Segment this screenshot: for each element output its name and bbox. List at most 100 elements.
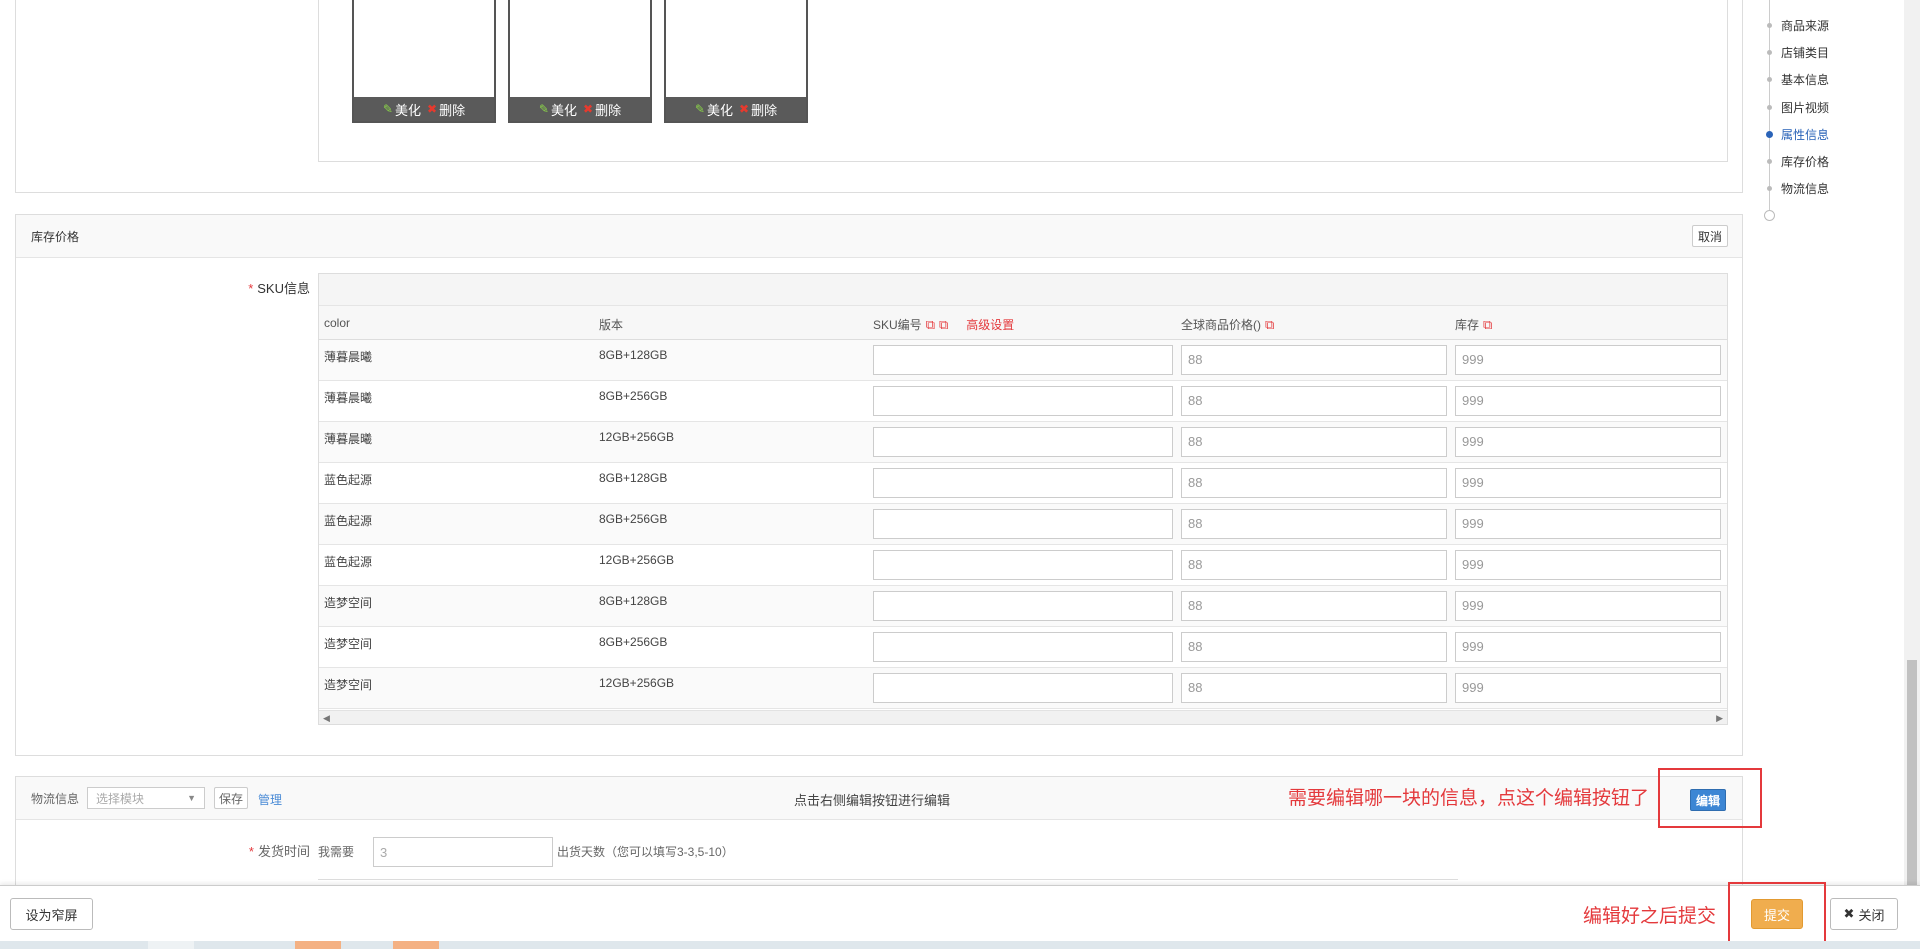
cell-color: 造梦空间 (324, 596, 373, 610)
narrow-screen-button[interactable]: 设为窄屏 (10, 898, 93, 930)
horizontal-scrollbar[interactable]: ◀ ▶ (319, 710, 1727, 724)
ship-days-hint: 出货天数（您可以填写3-3,5-10） (557, 845, 734, 859)
scrollbar-thumb[interactable] (1907, 660, 1917, 885)
thumbnail-actions: ✎ 美化 ✖ 删除 (666, 97, 806, 121)
image-gallery: ✎ 美化 ✖ 删除 ✎ 美化 ✖ 删除 ✎ 美化 ✖ 删除 (318, 0, 1728, 162)
copy-icon[interactable]: ⧉ (926, 317, 935, 333)
sku-code-input[interactable] (873, 550, 1173, 580)
price-input[interactable]: 88 (1181, 345, 1447, 375)
beautify-button[interactable]: ✎ 美化 (539, 100, 577, 119)
close-button[interactable]: ✖ 关闭 (1830, 898, 1898, 930)
sku-info-label: * SKU信息 (248, 281, 310, 296)
cell-color: 蓝色起源 (324, 473, 373, 487)
advanced-settings-link[interactable]: 高级设置 (966, 316, 1014, 333)
image-thumbnail[interactable]: ✎ 美化 ✖ 删除 (664, 0, 808, 123)
nav-item[interactable]: 图片视频 (1762, 99, 1829, 116)
ship-days-input[interactable]: 3 (373, 837, 553, 867)
image-thumbnail[interactable]: ✎ 美化 ✖ 删除 (352, 0, 496, 123)
pencil-icon: ✎ (382, 102, 393, 116)
sku-code-input[interactable] (873, 673, 1173, 703)
inventory-input[interactable]: 999 (1455, 591, 1721, 621)
price-input[interactable]: 88 (1181, 509, 1447, 539)
table-row: 薄暮晨曦 8GB+128GB 88 999 (319, 340, 1727, 381)
submit-annotation: 编辑好之后提交 (1583, 906, 1717, 927)
copy-icon[interactable]: ⧉ (939, 317, 948, 333)
section-title: 库存价格 (31, 229, 80, 244)
delete-icon: ✖ (739, 102, 750, 116)
price-input[interactable]: 88 (1181, 632, 1447, 662)
cancel-button[interactable]: 取消 (1692, 225, 1728, 247)
ship-time-label: * 发货时间 (248, 844, 310, 859)
price-input[interactable]: 88 (1181, 550, 1447, 580)
col-version: 版本 (599, 318, 624, 332)
delete-icon: ✖ (427, 102, 438, 116)
need-prefix: 我需要 (318, 845, 355, 859)
beautify-button[interactable]: ✎ 美化 (695, 100, 733, 119)
cell-version: 8GB+128GB (599, 594, 668, 608)
nav-dot-icon (1766, 130, 1773, 138)
edit-highlight-box (1658, 768, 1762, 828)
manage-link[interactable]: 管理 (258, 791, 282, 808)
nav-item[interactable]: 属性信息 (1762, 126, 1829, 143)
sku-code-input[interactable] (873, 386, 1173, 416)
copy-icon[interactable]: ⧉ (1483, 317, 1492, 333)
inventory-input[interactable]: 999 (1455, 427, 1721, 457)
nav-dot-icon (1767, 159, 1772, 164)
nav-item[interactable]: 物流信息 (1762, 180, 1829, 197)
price-input[interactable]: 88 (1181, 591, 1447, 621)
thumbnail-actions: ✎ 美化 ✖ 删除 (354, 97, 494, 121)
scroll-right-icon[interactable]: ▶ (1716, 711, 1723, 725)
delete-button[interactable]: ✖ 删除 (427, 100, 465, 119)
section-header: 库存价格 (16, 215, 1742, 258)
save-button[interactable]: 保存 (214, 787, 248, 809)
sku-code-input[interactable] (873, 427, 1173, 457)
image-thumbnail[interactable]: ✎ 美化 ✖ 删除 (508, 0, 652, 123)
price-input[interactable]: 88 (1181, 468, 1447, 498)
copy-icon[interactable]: ⧉ (1265, 317, 1274, 333)
inventory-input[interactable]: 999 (1455, 509, 1721, 539)
taskbar-strip (0, 941, 1920, 949)
cell-version: 12GB+256GB (599, 553, 675, 567)
nav-dot-icon (1767, 186, 1772, 192)
table-row: 蓝色起源 8GB+128GB 88 999 (319, 463, 1727, 504)
sku-code-input[interactable] (873, 591, 1173, 621)
sku-code-input[interactable] (873, 509, 1173, 539)
section-title: 物流信息 (31, 791, 80, 806)
nav-end-circle (1764, 210, 1775, 221)
sku-code-input[interactable] (873, 468, 1173, 498)
inventory-input[interactable]: 999 (1455, 386, 1721, 416)
vertical-scrollbar[interactable] (1904, 0, 1920, 885)
edit-annotation: 需要编辑哪一块的信息，点这个编辑按钮了 (1288, 788, 1650, 809)
sku-code-input[interactable] (873, 632, 1173, 662)
inventory-input[interactable]: 999 (1455, 345, 1721, 375)
sku-code-input[interactable] (873, 345, 1173, 375)
template-select[interactable]: 选择模块 ▼ (87, 787, 205, 809)
nav-item[interactable]: 店铺类目 (1762, 44, 1829, 61)
price-input[interactable]: 88 (1181, 386, 1447, 416)
beautify-button[interactable]: ✎ 美化 (383, 100, 421, 119)
nav-dot-icon (1767, 77, 1772, 83)
delete-icon: ✖ (583, 102, 594, 116)
inventory-input[interactable]: 999 (1455, 632, 1721, 662)
nav-item[interactable]: 商品来源 (1762, 17, 1829, 34)
pencil-icon: ✎ (538, 102, 549, 116)
nav-item[interactable]: 基本信息 (1762, 71, 1829, 88)
image-section: ✎ 美化 ✖ 删除 ✎ 美化 ✖ 删除 ✎ 美化 ✖ 删除 (15, 0, 1743, 193)
submit-highlight-box (1728, 882, 1826, 945)
cell-version: 8GB+128GB (599, 348, 668, 362)
required-mark: * (248, 281, 254, 296)
table-row: 薄暮晨曦 12GB+256GB 88 999 (319, 422, 1727, 463)
price-input[interactable]: 88 (1181, 427, 1447, 457)
taskbar-segment (393, 941, 439, 949)
cell-color: 薄暮晨曦 (324, 432, 373, 446)
required-mark: * (248, 844, 254, 859)
table-row: 造梦空间 12GB+256GB 88 999 (319, 668, 1727, 709)
inventory-input[interactable]: 999 (1455, 673, 1721, 703)
nav-item[interactable]: 库存价格 (1762, 153, 1829, 170)
inventory-input[interactable]: 999 (1455, 468, 1721, 498)
inventory-input[interactable]: 999 (1455, 550, 1721, 580)
delete-button[interactable]: ✖ 删除 (739, 100, 777, 119)
price-input[interactable]: 88 (1181, 673, 1447, 703)
delete-button[interactable]: ✖ 删除 (583, 100, 621, 119)
scroll-left-icon[interactable]: ◀ (323, 711, 330, 725)
